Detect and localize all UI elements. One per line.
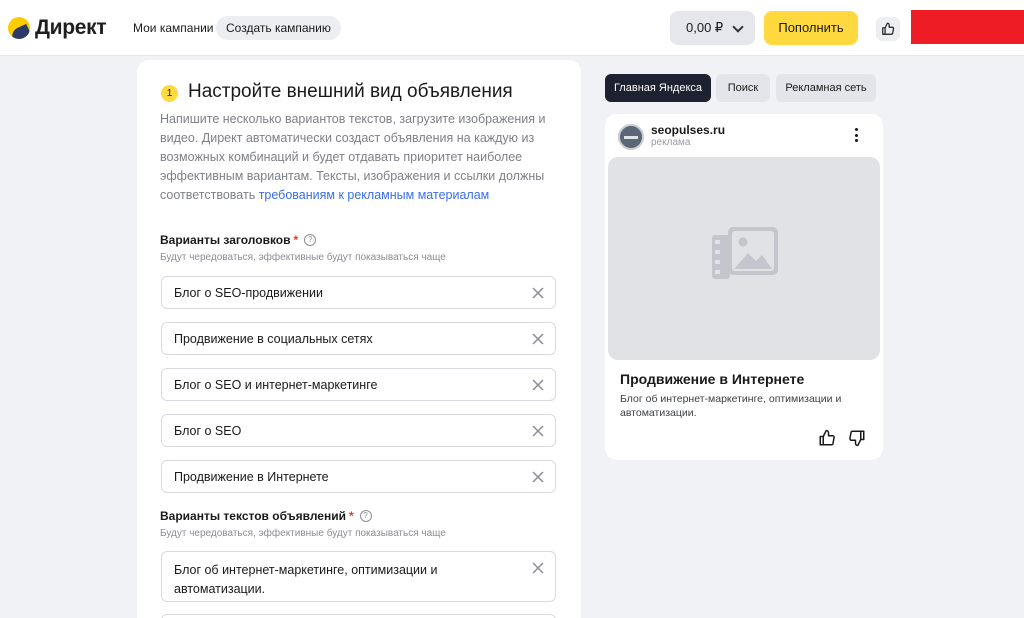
- feedback-button[interactable]: [876, 17, 900, 41]
- preview-ad-text: Блог об интернет-маркетинге, оптимизации…: [620, 393, 842, 419]
- tab-yandex-main[interactable]: Главная Яндекса: [605, 74, 711, 102]
- nav-my-campaigns[interactable]: Мои кампании: [133, 21, 213, 35]
- balance-dropdown[interactable]: 0,00 ₽: [670, 11, 755, 45]
- section-title: Настройте внешний вид объявления: [188, 81, 513, 102]
- close-icon[interactable]: [531, 470, 545, 484]
- image-placeholder: [608, 157, 880, 360]
- more-vertical-icon[interactable]: [855, 128, 859, 144]
- ad-text-value: Блог об интернет-маркетинге, оптимизации…: [174, 563, 438, 596]
- top-header: Директ Мои кампании Создать кампанию 0,0…: [0, 0, 1024, 56]
- thumbs-up-icon[interactable]: [818, 429, 836, 447]
- required-mark: *: [348, 509, 354, 523]
- headline-value: Блог о SEO-продвижении: [174, 286, 323, 300]
- close-icon[interactable]: [531, 424, 545, 438]
- headline-value: Продвижение в социальных сетях: [174, 332, 373, 346]
- close-icon[interactable]: [531, 378, 545, 392]
- headline-input[interactable]: Блог о SEO-продвижении: [161, 276, 556, 309]
- help-icon[interactable]: ?: [304, 234, 317, 246]
- ad-texts-hint: Будут чередоваться, эффективные будут по…: [160, 528, 446, 539]
- step-number-badge: 1: [161, 85, 178, 102]
- headline-value: Блог о SEO: [174, 424, 242, 438]
- redacted-user-area: [911, 10, 1024, 44]
- tab-search[interactable]: Поиск: [716, 74, 770, 102]
- logo-text: Директ: [35, 16, 107, 39]
- tab-ad-network[interactable]: Рекламная сеть: [776, 74, 876, 102]
- balance-value: 0,00 ₽: [686, 20, 724, 35]
- ad-text-input[interactable]: [161, 614, 556, 618]
- headlines-label-text: Варианты заголовков: [160, 233, 291, 247]
- headline-input[interactable]: Продвижение в социальных сетях: [161, 322, 556, 355]
- preview-site: seopulses.ru: [651, 123, 726, 137]
- ad-texts-label: Варианты текстов объявлений * ?: [160, 509, 372, 523]
- headlines-hint: Будут чередоваться, эффективные будут по…: [160, 252, 446, 263]
- requirements-link[interactable]: требованиям к рекламным материалам: [259, 188, 490, 202]
- help-icon[interactable]: ?: [359, 510, 372, 522]
- close-icon[interactable]: [531, 286, 545, 300]
- close-icon[interactable]: [531, 561, 545, 575]
- ad-preview-card: seopulses.ru реклама Продвижение в Интер…: [605, 114, 883, 460]
- image-video-placeholder-icon: [712, 227, 778, 279]
- site-avatar: [618, 124, 644, 150]
- yandex-direct-logo-icon: [8, 17, 30, 39]
- section-description: Напишите несколько вариантов текстов, за…: [160, 110, 560, 205]
- thumbs-down-icon[interactable]: [848, 429, 866, 447]
- headline-input[interactable]: Продвижение в Интернете: [161, 460, 556, 493]
- preview-ad-label: реклама: [651, 137, 691, 148]
- headlines-label: Варианты заголовков * ?: [160, 233, 317, 247]
- chevron-down-icon: [732, 21, 744, 33]
- headline-input[interactable]: Блог о SEO: [161, 414, 556, 447]
- ad-text-input[interactable]: Блог об интернет-маркетинге, оптимизации…: [161, 551, 556, 602]
- headline-input[interactable]: Блог о SEO и интернет-маркетинге: [161, 368, 556, 401]
- direct-logo[interactable]: Директ: [8, 16, 107, 40]
- required-mark: *: [293, 233, 299, 247]
- topup-button[interactable]: Пополнить: [764, 11, 858, 45]
- nav-create-campaign[interactable]: Создать кампанию: [216, 16, 341, 40]
- ad-appearance-card: 1 Настройте внешний вид объявления Напиш…: [137, 60, 581, 618]
- headline-value: Блог о SEO и интернет-маркетинге: [174, 378, 378, 392]
- thumbs-up-icon: [882, 22, 895, 35]
- close-icon[interactable]: [531, 332, 545, 346]
- ad-texts-label-text: Варианты текстов объявлений: [160, 509, 346, 523]
- preview-ad-title: Продвижение в Интернете: [620, 371, 805, 387]
- headline-value: Продвижение в Интернете: [174, 470, 329, 484]
